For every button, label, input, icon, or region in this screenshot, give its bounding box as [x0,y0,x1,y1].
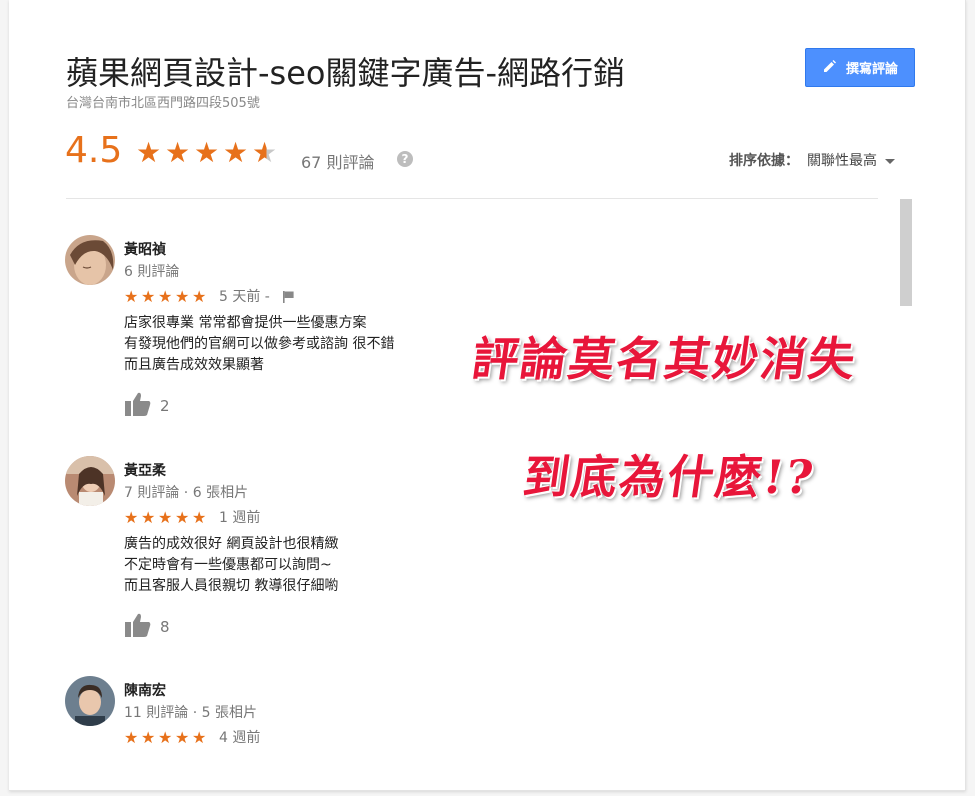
star-icon: ★ [165,136,191,169]
reviewer-name[interactable]: 陳南宏 [124,680,166,700]
review-date: 1 週前 [219,510,261,526]
review-text-line: 有發現他們的官網可以做參考或諮詢 很不錯 [124,336,395,352]
review-rating: ★ ★ ★ ★ ★ 4 週前 [124,727,260,747]
star-icon: ★ [158,507,173,527]
sort-label: 排序依據： [729,153,799,169]
help-icon[interactable]: ? [397,151,413,167]
review-rating: ★ ★ ★ ★ ★ 1 週前 [124,507,260,527]
star-icon: ★ [141,727,156,747]
sort-dropdown[interactable]: 排序依據： 關聯性最高 [729,150,895,170]
overlay-caption-line2: 到底為什麼!? [519,450,819,504]
reviewer-meta: 11 則評論 · 5 張相片 [124,705,257,721]
reviewer-name[interactable]: 黃亞柔 [124,460,166,480]
reviewer-meta: 6 則評論 [124,264,180,280]
place-title: 蘋果網頁設計-seo關鍵字廣告-網路行銷 [66,54,626,92]
overlay-caption-line1: 評論莫名其妙消失 [468,332,861,386]
star-icon: ★ [192,507,207,527]
review-date: 5 天前 - [219,289,270,305]
avatar[interactable] [65,456,115,506]
caret-down-icon [885,158,895,164]
star-icon: ★ [141,507,156,527]
star-icon: ★ [158,727,173,747]
review-text-line: 不定時會有一些優惠都可以詢問~ [124,557,332,573]
review-text: 廣告的成效很好 網頁設計也很精緻 不定時會有一些優惠都可以詢問~ 而且客服人員很… [124,534,338,597]
star-icon: ★ [124,286,139,306]
avatar[interactable] [65,676,115,726]
write-review-label: 撰寫評論 [845,62,898,77]
star-icon: ★ [124,507,139,527]
star-icon: ★ [158,286,173,306]
star-icon: ★ [141,286,156,306]
star-icon: ★ [194,136,220,169]
review-date: 4 週前 [219,730,261,746]
average-rating: 4.5 [65,130,123,171]
flag-icon[interactable] [282,289,296,303]
thumbs-up-icon[interactable] [124,390,152,418]
star-icon: ★ [124,727,139,747]
half-star-icon: ★ [252,137,281,169]
star-icon: ★ [175,507,190,527]
reviewer-meta: 7 則評論 · 6 張相片 [124,485,249,501]
divider [66,198,878,199]
review-text-line: 店家很專業 常常都會提供一些優惠方案 [124,315,367,331]
thumbs-up-icon[interactable] [124,611,152,639]
star-icon: ★ [175,286,190,306]
reviews-dialog: 蘋果網頁設計-seo關鍵字廣告-網路行銷 台灣台南市北區西門路四段505號 撰寫… [9,0,966,791]
avatar[interactable] [65,235,115,285]
place-address: 台灣台南市北區西門路四段505號 [66,96,260,111]
reviewer-name[interactable]: 黃昭禎 [124,239,166,259]
review-text: 店家很專業 常常都會提供一些優惠方案 有發現他們的官網可以做參考或諮詢 很不錯 … [124,313,394,376]
review-text-line: 廣告的成效很好 網頁設計也很精緻 [124,536,339,552]
scrollbar-thumb[interactable] [900,199,912,306]
review-text-line: 而且客服人員很親切 教導很仔細喲 [124,578,339,594]
star-icon: ★ [223,136,249,169]
star-icon: ★ [192,727,207,747]
review-rating: ★ ★ ★ ★ ★ 5 天前 - [124,286,296,306]
like-count: 2 [160,397,170,415]
sort-value: 關聯性最高 [807,153,877,169]
star-icon: ★ [192,286,207,306]
review-count: 67 則評論 [301,153,375,172]
write-review-button[interactable]: 撰寫評論 [805,48,915,87]
average-rating-stars: ★ ★ ★ ★ ★ [136,137,281,169]
like-count: 8 [160,618,170,636]
star-icon: ★ [136,136,162,169]
pencil-icon [822,58,838,78]
star-icon: ★ [175,727,190,747]
review-text-line: 而且廣告成效效果顯著 [124,357,264,373]
